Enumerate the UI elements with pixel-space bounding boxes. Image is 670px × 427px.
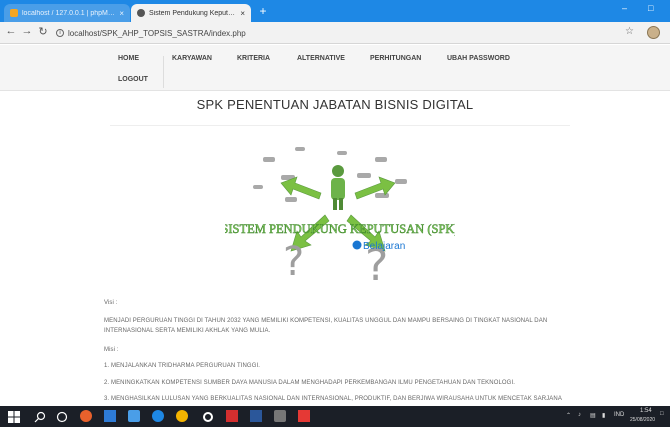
paint-icon[interactable] xyxy=(298,410,310,422)
url-field[interactable]: i localhost/SPK_AHP_TOPSIS_SASTRA/index.… xyxy=(56,25,246,41)
nav-home[interactable]: HOME xyxy=(118,55,139,62)
minimize-button[interactable]: – xyxy=(622,3,627,13)
address-bar-row: ← → ↻ i localhost/SPK_AHP_TOPSIS_SASTRA/… xyxy=(0,22,670,44)
network-icon[interactable]: ▤ xyxy=(590,412,596,419)
reload-icon[interactable]: ↻ xyxy=(36,25,50,38)
visi-text: MENJADI PERGURUAN TINGGI DI TAHUN 2032 Y… xyxy=(104,318,548,334)
hero-caption: SISTEM PENDUKUNG KEPUTUSAN (SPK) xyxy=(225,222,455,236)
task-view-icon[interactable] xyxy=(56,410,68,423)
nav-logout[interactable]: LOGOUT xyxy=(118,76,148,83)
close-tab-icon[interactable]: × xyxy=(119,9,124,18)
misi-item: 1. MENJALANKAN TRIDHARMA PERGURUAN TINGG… xyxy=(104,363,261,369)
brand-name: Belajaran xyxy=(363,241,405,252)
tab-label: Sistem Pendukung Keputusan xyxy=(149,9,237,17)
nav-alternative[interactable]: ALTERNATIVE xyxy=(297,55,345,62)
nav-karyawan[interactable]: KARYAWAN xyxy=(172,55,212,62)
chrome-taskbar-icon[interactable] xyxy=(176,410,188,422)
bookmark-star-icon[interactable]: ☆ xyxy=(625,26,634,37)
nav-divider xyxy=(163,56,164,88)
windows-taskbar: ⌃ ♪ ▤ ▮ IND 1:54 25/08/2020 □ xyxy=(0,406,670,427)
tab-phpmyadmin[interactable]: localhost / 127.0.0.1 | phpMyAd × xyxy=(4,4,130,22)
misi-item: 2. MENINGKATKAN KOMPETENSI SUMBER DAYA M… xyxy=(104,380,515,386)
browser-titlebar: localhost / 127.0.0.1 | phpMyAd × Sistem… xyxy=(0,0,670,22)
profile-avatar[interactable] xyxy=(647,26,660,39)
back-icon[interactable]: ← xyxy=(4,25,18,37)
tab-spk[interactable]: Sistem Pendukung Keputusan × xyxy=(131,4,251,22)
title-divider xyxy=(110,125,570,126)
firefox-icon[interactable] xyxy=(80,410,92,422)
volume-icon[interactable]: ♪ xyxy=(578,412,581,418)
forward-icon[interactable]: → xyxy=(20,25,34,37)
clock-date[interactable]: 25/08/2020 xyxy=(630,417,655,423)
settings-gear-icon[interactable] xyxy=(202,410,214,422)
battery-icon[interactable]: ▮ xyxy=(602,412,605,419)
misi-label: Misi : xyxy=(104,347,119,353)
chrome-icon xyxy=(137,9,145,17)
misi-item: 3. MENGHASILKAN LULUSAN YANG BERKUALITAS… xyxy=(104,396,562,402)
word-icon[interactable] xyxy=(250,410,262,422)
notification-icon[interactable]: □ xyxy=(660,411,664,417)
close-tab-icon[interactable]: × xyxy=(240,9,245,18)
page-title: SPK PENENTUAN JABATAN BISNIS DIGITAL xyxy=(196,97,474,112)
xampp-icon[interactable] xyxy=(226,410,238,422)
info-icon[interactable]: i xyxy=(56,29,64,37)
hero-illustration: ? ? SISTEM PENDUKUNG KEPUTUSAN (SPK) Bel… xyxy=(225,147,455,285)
person-figure xyxy=(331,165,345,210)
edge-icon[interactable] xyxy=(152,410,164,422)
visi-label: Visi : xyxy=(104,300,118,306)
phpmyadmin-icon xyxy=(10,9,18,17)
notepad-icon[interactable] xyxy=(274,410,286,422)
store-icon[interactable] xyxy=(128,410,140,422)
windows-start-icon[interactable] xyxy=(8,410,20,423)
site-navbar xyxy=(0,45,670,91)
clock-time[interactable]: 1:54 xyxy=(640,408,652,414)
question-mark-icon: ? xyxy=(283,239,304,285)
file-explorer-icon[interactable] xyxy=(104,410,116,422)
nav-perhitungan[interactable]: PERHITUNGAN xyxy=(370,55,421,62)
tray-language[interactable]: IND xyxy=(614,412,624,418)
brand-logo-icon xyxy=(352,240,362,250)
nav-ubah-password[interactable]: UBAH PASSWORD xyxy=(447,55,510,62)
url-text: localhost/SPK_AHP_TOPSIS_SASTRA/index.ph… xyxy=(68,28,246,38)
tray-chevron-icon[interactable]: ⌃ xyxy=(566,412,571,419)
new-tab-button[interactable]: + xyxy=(255,4,271,18)
search-icon[interactable] xyxy=(34,410,46,423)
maximize-button[interactable]: □ xyxy=(648,3,653,13)
nav-kriteria[interactable]: KRITERIA xyxy=(237,55,270,62)
tab-label: localhost / 127.0.0.1 | phpMyAd xyxy=(22,9,116,17)
